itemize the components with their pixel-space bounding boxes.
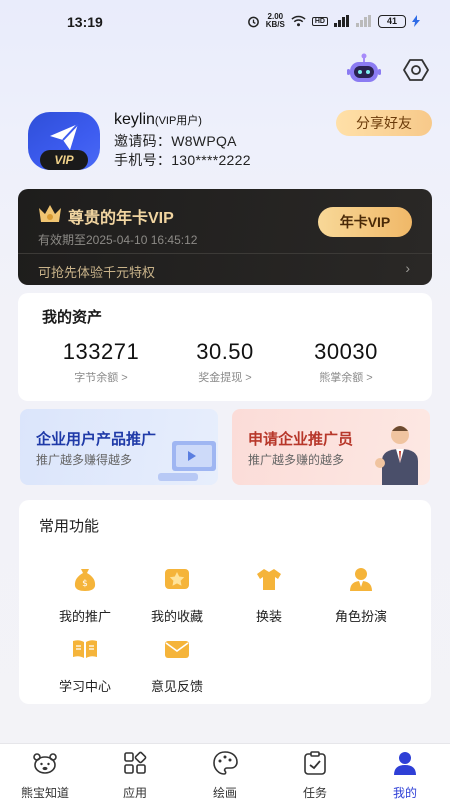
promo-subtitle: 推广越多赚的越多	[248, 453, 345, 467]
robot-assistant-icon[interactable]	[346, 52, 382, 86]
asset-value: 30.50	[196, 339, 254, 364]
tab-label: 任务	[302, 786, 327, 800]
func-my-favorites[interactable]: 我的收藏	[132, 566, 222, 625]
phone-number: 手机号：130****2222	[114, 152, 251, 168]
svg-text:$: $	[82, 579, 88, 589]
alarm-icon	[247, 16, 259, 27]
vip-badge: VIP	[40, 150, 88, 170]
func-label: 我的推广	[58, 609, 111, 624]
func-label: 换装	[255, 609, 282, 624]
crown-icon	[39, 205, 61, 222]
signal-icon	[334, 15, 349, 27]
person-icon	[350, 568, 372, 591]
func-dress-up[interactable]: 换装	[224, 566, 314, 625]
annual-vip-button[interactable]: 年卡VIP	[318, 207, 412, 237]
enterprise-promotion-banner[interactable]: 企业用户产品推广 推广越多赚得越多	[20, 409, 218, 485]
status-icons: 2.00 KB/S HD 41	[247, 13, 420, 29]
vip-title: 尊贵的年卡VIP	[68, 210, 174, 227]
battery-indicator: 41	[378, 14, 406, 28]
share-friends-button[interactable]: 分享好友	[336, 110, 432, 136]
func-label: 意见反馈	[150, 679, 203, 694]
shirt-icon	[257, 569, 281, 590]
tab-tasks[interactable]: 任务	[279, 750, 351, 800]
apps-grid-icon	[124, 751, 147, 774]
asset-value: 30030	[314, 339, 378, 364]
func-label: 角色扮演	[334, 609, 387, 624]
asset-bytes[interactable]: 133271 字节余额 >	[36, 339, 166, 385]
asset-value: 133271	[62, 339, 140, 364]
star-icon	[165, 569, 189, 589]
user-icon	[394, 752, 416, 775]
apply-promoter-banner[interactable]: 申请企业推广员 推广越多赚的越多	[232, 409, 430, 485]
chevron-right-icon[interactable]: ›	[405, 260, 410, 276]
promo-subtitle: 推广越多赚得越多	[36, 453, 133, 467]
asset-label: 熊掌余额 >	[319, 372, 373, 384]
func-label: 学习中心	[58, 679, 111, 694]
common-functions-card: 常用功能 $ 我的推广 我的收藏 换装 角色扮演 学习中心 意见反馈	[19, 500, 431, 704]
func-label: 我的收藏	[150, 609, 203, 624]
promo-title: 企业用户产品推广	[36, 431, 157, 448]
signal-weak-icon	[356, 15, 371, 27]
func-my-promotion[interactable]: $ 我的推广	[40, 566, 130, 625]
clipboard-icon	[304, 751, 326, 775]
tab-label: 熊宝知道	[20, 786, 69, 800]
vip-privilege-link[interactable]: 可抢先体验千元特权	[38, 262, 155, 281]
clock: 13:19	[67, 14, 103, 30]
vip-expire-date: 有效期至2025-04-10 16:45:12	[38, 233, 198, 247]
monitor-illustration-icon	[158, 441, 216, 481]
envelope-icon	[165, 641, 189, 658]
promo-title: 申请企业推广员	[248, 431, 354, 448]
tab-bear-knows[interactable]: 熊宝知道	[9, 750, 81, 800]
user-name: keylin(VIP用户)	[114, 111, 202, 128]
func-feedback[interactable]: 意见反馈	[132, 636, 222, 695]
tab-apps[interactable]: 应用	[99, 750, 171, 800]
divider	[18, 253, 432, 254]
hd-badge: HD	[311, 16, 328, 26]
businessman-illustration-icon	[375, 426, 418, 485]
asset-label: 奖金提现 >	[198, 372, 252, 384]
func-learning-center[interactable]: 学习中心	[40, 636, 130, 695]
bottom-tab-bar: 熊宝知道 应用 绘画 任务 我的	[0, 743, 450, 800]
charging-icon	[412, 15, 420, 27]
bear-icon	[33, 753, 57, 774]
functions-title: 常用功能	[39, 518, 100, 535]
asset-bonus[interactable]: 30.50 奖金提现 >	[160, 339, 290, 385]
settings-icon[interactable]	[402, 56, 430, 84]
palette-icon	[213, 751, 238, 775]
wifi-icon	[291, 15, 306, 27]
book-icon	[73, 640, 97, 658]
net-speed: 2.00 KB/S	[265, 12, 285, 29]
vip-card[interactable]: 尊贵的年卡VIP 有效期至2025-04-10 16:45:12 年卡VIP 可…	[18, 189, 432, 285]
assets-title: 我的资产	[42, 309, 103, 326]
tab-drawing[interactable]: 绘画	[189, 750, 261, 800]
invite-code[interactable]: 邀请码：W8WPQA	[114, 131, 237, 151]
tab-mine[interactable]: 我的	[369, 750, 441, 800]
func-role-play[interactable]: 角色扮演	[316, 566, 406, 625]
asset-bear-paw[interactable]: 30030 熊掌余额 >	[281, 339, 411, 385]
tab-label: 我的	[392, 786, 417, 800]
paper-plane-icon	[50, 123, 79, 150]
status-bar: 13:19 2.00 KB/S HD 41	[0, 0, 450, 44]
tab-label: 绘画	[212, 786, 237, 800]
assets-card: 我的资产 133271 字节余额 > 30.50 奖金提现 > 30030 熊掌…	[18, 293, 432, 401]
asset-label: 字节余额 >	[74, 372, 128, 384]
money-bag-icon: $	[74, 569, 96, 591]
tab-label: 应用	[122, 786, 147, 800]
